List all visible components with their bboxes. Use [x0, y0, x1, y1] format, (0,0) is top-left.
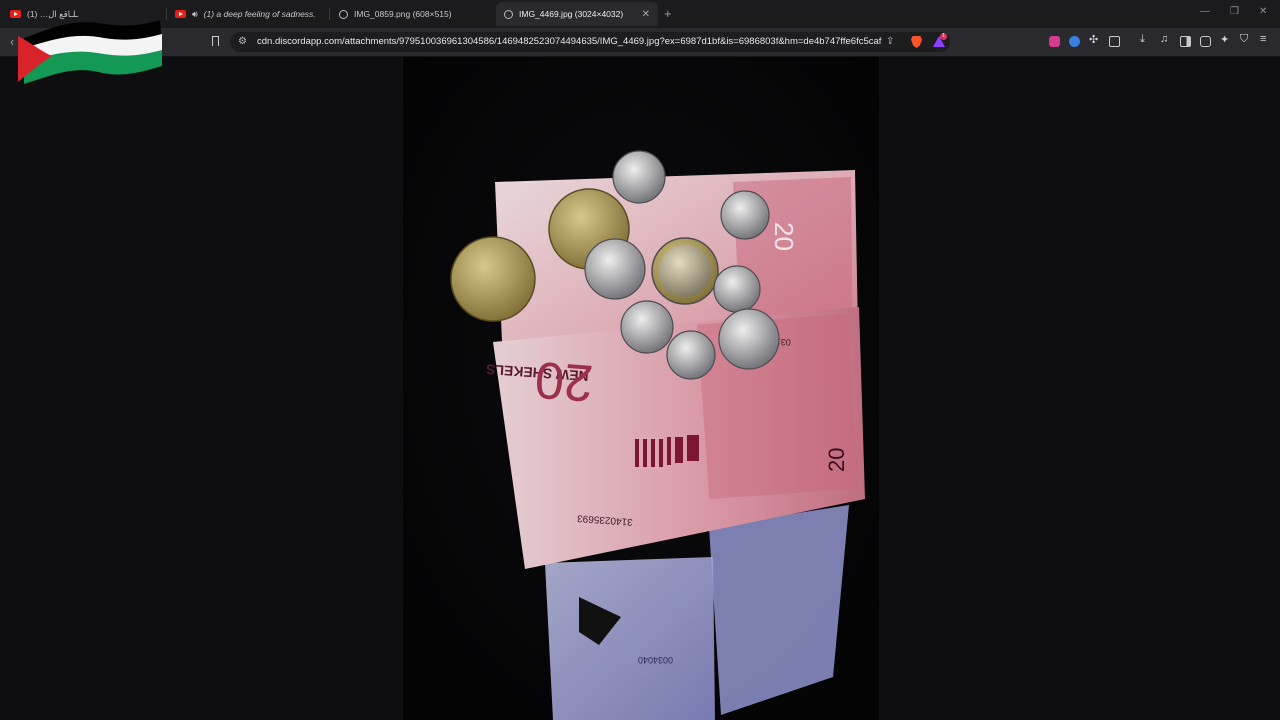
rewards-badge: 1: [940, 33, 947, 40]
tab-img-0859[interactable]: IMG_0859.png (608×515): [331, 2, 491, 26]
extension-pink-icon[interactable]: [1049, 36, 1060, 47]
wallet-icon[interactable]: [1200, 36, 1211, 47]
currency-photo: 0034040 20 NEW SHEKELS 20 20 3140235693 …: [403, 57, 879, 720]
brave-shields-icon[interactable]: [911, 36, 922, 48]
new-tab-button[interactable]: +: [664, 6, 672, 21]
bookmark-icon[interactable]: [212, 36, 219, 49]
minimize-icon[interactable]: —: [1200, 6, 1210, 17]
denomination-lower: 20: [533, 350, 595, 412]
download-icon[interactable]: ⤓: [1140, 33, 1145, 46]
image-viewer[interactable]: 0034040 20 NEW SHEKELS 20 20 3140235693 …: [403, 57, 879, 720]
tab-strip: (1) …ـلـاقع ال 🔊︎ (1) a deep feeling of …: [0, 0, 1280, 28]
leo-ai-icon[interactable]: ✦: [1220, 33, 1229, 46]
blue-note-number: 0034040: [638, 655, 673, 665]
music-icon[interactable]: ♫: [1160, 33, 1168, 45]
share-icon[interactable]: ⇪: [886, 36, 894, 47]
extensions-puzzle-icon[interactable]: ✣: [1089, 33, 1098, 46]
globe-icon: [504, 9, 513, 19]
close-tab-icon[interactable]: ✕: [642, 9, 650, 20]
menu-icon[interactable]: ≡: [1260, 33, 1266, 45]
tab-divider: [329, 8, 330, 20]
site-info-icon[interactable]: ⚙: [238, 36, 247, 47]
palestine-flag-icon: [12, 14, 164, 86]
globe-icon: [339, 9, 348, 19]
restore-icon[interactable]: ❐: [1230, 6, 1239, 17]
toolbar: ‹ ⚙ cdn.discordapp.com/attachments/97951…: [0, 28, 1280, 57]
extension-blue-icon[interactable]: [1069, 36, 1080, 47]
tab-img-4469[interactable]: IMG_4469.jpg (3024×4032) ✕: [496, 2, 658, 26]
vpn-shield-icon[interactable]: ⛉: [1240, 33, 1248, 46]
sidebar-icon[interactable]: [1180, 36, 1191, 47]
tab-title: IMG_0859.png (608×515): [354, 9, 452, 19]
tab-youtube-sadness[interactable]: 🔊︎ (1) a deep feeling of sadness.: [167, 2, 327, 26]
denomination-side: 20: [824, 448, 849, 472]
speaker-icon[interactable]: 🔊︎: [192, 9, 198, 20]
tab-title: (1) a deep feeling of sadness.: [203, 9, 316, 19]
url-text[interactable]: cdn.discordapp.com/attachments/979510036…: [257, 36, 882, 47]
screenshot-icon[interactable]: [1109, 36, 1120, 47]
address-bar[interactable]: ⚙ cdn.discordapp.com/attachments/9795100…: [230, 32, 950, 52]
tab-title: IMG_4469.jpg (3024×4032): [519, 9, 624, 19]
youtube-icon: [175, 10, 186, 18]
close-window-icon[interactable]: ✕: [1259, 6, 1267, 17]
denomination-upper: 20: [769, 222, 799, 251]
